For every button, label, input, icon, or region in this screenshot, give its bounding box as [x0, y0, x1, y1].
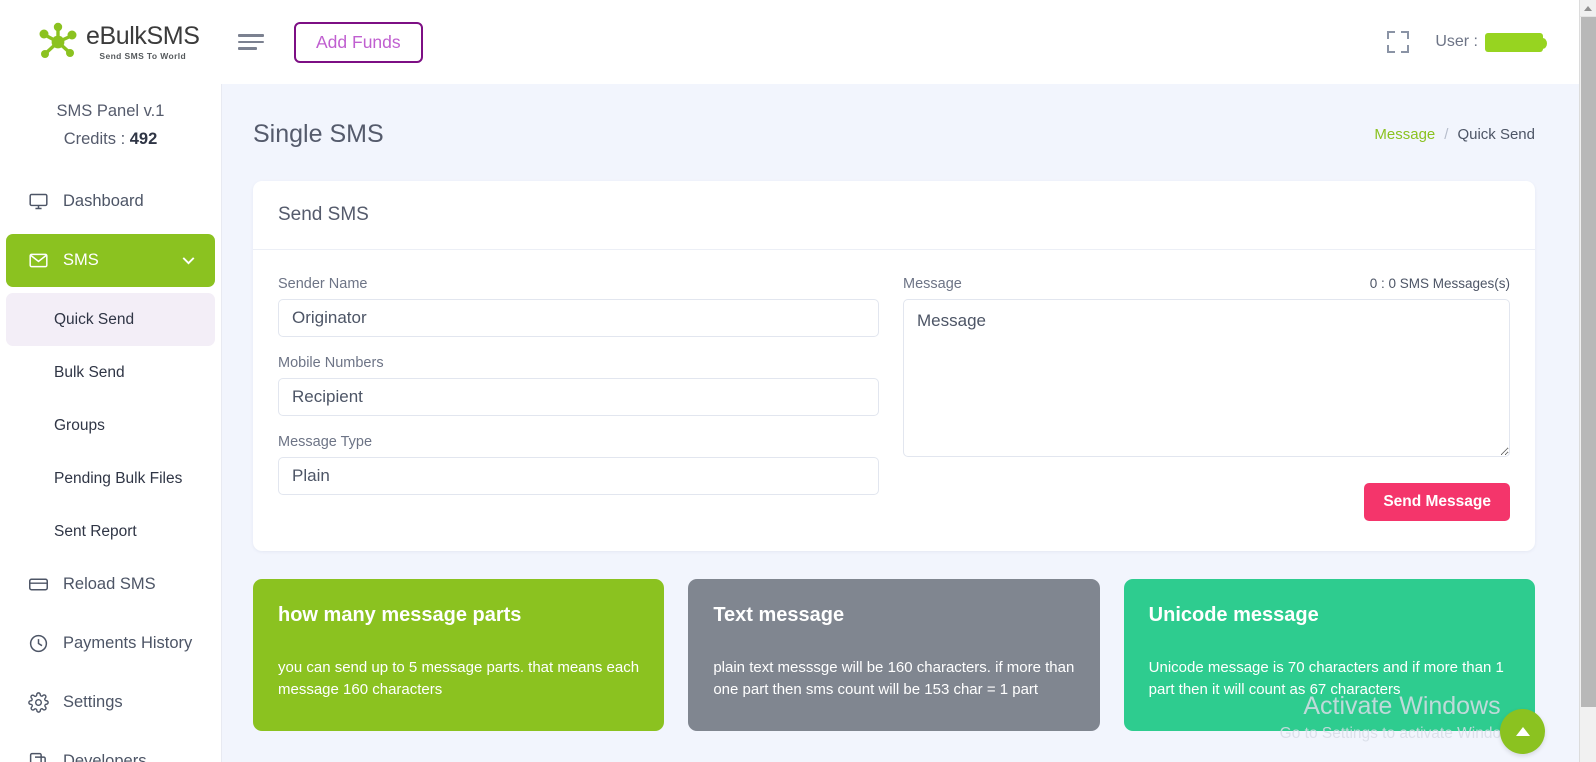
info-cards-row: how many message parts you can send up t… [253, 579, 1535, 731]
credit-card-icon [29, 578, 48, 591]
scroll-to-top-button[interactable] [1500, 709, 1545, 754]
sidebar-item-label: Sent Report [54, 522, 137, 540]
send-message-button[interactable]: Send Message [1364, 483, 1510, 521]
username-redacted [1485, 32, 1547, 52]
fullscreen-toggle-icon[interactable] [1387, 31, 1410, 53]
sidebar-item-label: Developers [63, 752, 147, 762]
sidebar-item-label: SMS [63, 251, 99, 269]
message-textarea[interactable] [903, 299, 1510, 457]
sidebar-item-bulk-send[interactable]: Bulk Send [6, 346, 215, 399]
user-label: User : [1435, 33, 1478, 50]
breadcrumb-separator: / [1444, 126, 1449, 143]
message-label: Message [903, 276, 962, 292]
add-funds-button[interactable]: Add Funds [294, 21, 423, 63]
scrollbar-up-button[interactable] [1580, 0, 1596, 17]
fullscreen-corner [1387, 45, 1396, 53]
sidebar-item-payments-history[interactable]: Payments History [6, 617, 215, 670]
sidebar-item-developers[interactable]: Developers [6, 735, 215, 762]
fullscreen-corner [1387, 31, 1396, 39]
fullscreen-corner [1401, 45, 1410, 53]
sidebar-item-pending-bulk-files[interactable]: Pending Bulk Files [6, 452, 215, 505]
sidebar-item-label: Payments History [63, 634, 193, 652]
envelope-icon [29, 253, 48, 268]
sidebar-credits: Credits : 492 [0, 130, 221, 149]
sidebar-item-sms[interactable]: SMS [6, 234, 215, 287]
send-sms-card-title: Send SMS [253, 181, 1535, 250]
sidebar-item-settings[interactable]: Settings [6, 676, 215, 729]
sidebar-item-label: Settings [63, 693, 123, 711]
hamburger-bar [238, 47, 257, 50]
sidebar-item-label: Pending Bulk Files [54, 469, 183, 487]
caret-up-icon [1584, 5, 1592, 11]
hamburger-bar [238, 40, 264, 44]
sidebar-item-quick-send[interactable]: Quick Send [6, 293, 215, 346]
sidebar-item-label: Dashboard [63, 192, 144, 210]
credits-label: Credits : [63, 130, 126, 148]
topbar-right-group: User : [1387, 31, 1579, 53]
page-scrollbar[interactable] [1579, 0, 1596, 762]
info-card-body: you can send up to 5 message parts. that… [278, 659, 640, 698]
hamburger-menu-icon[interactable] [238, 27, 268, 57]
gear-icon [28, 692, 49, 713]
sidebar: SMS Panel v.1 Credits : 492 Dashboard SM… [0, 84, 222, 762]
sender-name-label: Sender Name [278, 276, 368, 292]
sidebar-item-label: Reload SMS [63, 575, 156, 593]
sidebar-item-reload-sms[interactable]: Reload SMS [6, 558, 215, 611]
brand-logo[interactable]: eBulkSMS Send SMS To World [0, 0, 222, 84]
chevron-down-icon [182, 257, 195, 265]
info-card-text-message: Text message plain text messsge will be … [688, 579, 1100, 731]
molecule-logo-icon [39, 22, 77, 58]
mobile-numbers-input[interactable] [278, 378, 879, 416]
sender-name-input[interactable] [278, 299, 879, 337]
user-menu[interactable]: User : [1435, 32, 1547, 52]
mobile-numbers-label: Mobile Numbers [278, 355, 384, 371]
sms-count-indicator: 0 : 0 SMS Messages(s) [1369, 276, 1510, 291]
info-card-message-parts: how many message parts you can send up t… [253, 579, 665, 731]
copy-icon [29, 752, 46, 762]
chevron-up-icon [1515, 727, 1530, 736]
send-sms-card: Send SMS Sender Name Mobile Numbers Mess… [253, 181, 1535, 551]
send-sms-form: Sender Name Mobile Numbers Message Type [253, 250, 1535, 551]
info-card-title: Unicode message [1148, 604, 1319, 626]
breadcrumb-current: Quick Send [1457, 126, 1535, 143]
top-navbar: eBulkSMS Send SMS To World Add Funds Use… [0, 0, 1579, 84]
sidebar-item-sent-report[interactable]: Sent Report [6, 505, 215, 558]
sidebar-item-groups[interactable]: Groups [6, 399, 215, 452]
sender-name-field-group: Sender Name [278, 276, 879, 337]
mobile-numbers-field-group: Mobile Numbers [278, 355, 879, 416]
page-header: Single SMS Message / Quick Send [222, 84, 1579, 149]
form-left-column: Sender Name Mobile Numbers Message Type [278, 276, 879, 521]
sidebar-item-dashboard[interactable]: Dashboard [6, 175, 215, 228]
monitor-icon [29, 193, 48, 210]
info-card-title: Text message [713, 604, 845, 626]
app-viewport: eBulkSMS Send SMS To World Add Funds Use… [0, 0, 1579, 762]
send-button-row: Send Message [903, 483, 1510, 521]
message-type-input[interactable] [278, 457, 879, 495]
sidebar-nav: Dashboard SMS Quick Send Bulk Send Group… [0, 175, 221, 762]
sidebar-item-label: Quick Send [54, 310, 135, 328]
info-card-unicode-message: Unicode message Unicode message is 70 ch… [1123, 579, 1535, 731]
main-content: Single SMS Message / Quick Send Send SMS… [222, 84, 1579, 762]
sidebar-panel-title: SMS Panel v.1 [56, 102, 165, 120]
form-right-column: Message 0 : 0 SMS Messages(s) Send Messa… [903, 276, 1510, 521]
info-card-body: plain text messsge will be 160 character… [713, 659, 1075, 698]
brand-tagline: Send SMS To World [99, 50, 187, 61]
hamburger-bar [238, 34, 264, 37]
sidebar-item-label: Groups [54, 416, 105, 434]
scrollbar-thumb[interactable] [1581, 17, 1596, 707]
sidebar-item-label: Bulk Send [54, 363, 125, 381]
brand-text: eBulkSMS Send SMS To World [86, 21, 200, 61]
message-type-label: Message Type [278, 434, 373, 450]
brand-title: eBulkSMS [86, 21, 200, 50]
credits-value: 492 [129, 130, 158, 148]
clock-icon [29, 634, 48, 653]
message-type-field-group: Message Type [278, 434, 879, 495]
info-card-body: Unicode message is 70 characters and if … [1148, 659, 1504, 698]
breadcrumb-message[interactable]: Message [1374, 126, 1435, 143]
breadcrumb: Message / Quick Send [1374, 126, 1535, 143]
fullscreen-corner [1401, 31, 1410, 39]
page-title: Single SMS [253, 120, 384, 148]
message-header-row: Message 0 : 0 SMS Messages(s) [903, 276, 1510, 299]
info-card-title: how many message parts [278, 604, 522, 626]
